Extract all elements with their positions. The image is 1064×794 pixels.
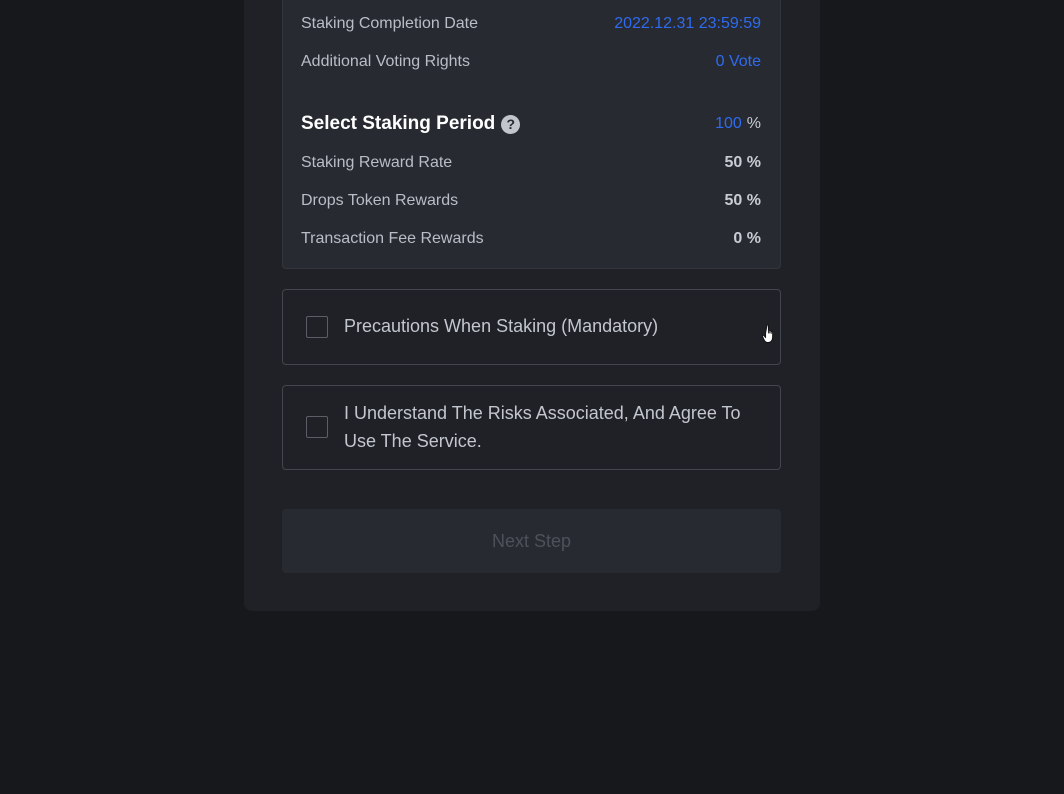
staking-period-percent: 100 (715, 115, 742, 132)
risks-label[interactable]: I Understand The Risks Associated, And A… (344, 399, 750, 455)
completion-date-label: Staking Completion Date (301, 15, 478, 32)
drops-rewards-value: 50 % (724, 192, 761, 209)
staking-period-value: 100% (715, 115, 761, 133)
staking-period-heading: Select Staking Period ? (301, 113, 521, 135)
next-step-button[interactable]: Next Step (282, 509, 781, 573)
reward-rate-row: Staking Reward Rate 50 % (301, 152, 761, 174)
reward-rate-label: Staking Reward Rate (301, 154, 453, 171)
drops-rewards-row: Drops Token Rewards 50 % (301, 190, 761, 212)
voting-rights-value: 0 Vote (715, 53, 761, 70)
staking-card: Staking Completion Date 2022.12.31 23:59… (244, 0, 820, 611)
staking-period-unit: % (746, 115, 761, 132)
completion-date-value: 2022.12.31 23:59:59 (614, 15, 761, 32)
hand-cursor-icon (762, 324, 774, 343)
fee-rewards-label: Transaction Fee Rewards (301, 230, 484, 247)
drops-rewards-label: Drops Token Rewards (301, 192, 459, 209)
reward-rate-value: 50 % (724, 154, 761, 171)
staking-period-row: Select Staking Period ? 100% (301, 111, 761, 137)
completion-date-row: Staking Completion Date 2022.12.31 23:59… (301, 13, 761, 35)
help-icon[interactable]: ? (501, 114, 521, 134)
staking-summary: Staking Completion Date 2022.12.31 23:59… (282, 0, 781, 269)
precautions-label[interactable]: Precautions When Staking (Mandatory) (344, 312, 750, 340)
staking-period-title: Select Staking Period (301, 113, 496, 134)
risks-checkbox[interactable] (306, 416, 328, 438)
page: Staking Completion Date 2022.12.31 23:59… (0, 0, 1064, 794)
fee-rewards-row: Transaction Fee Rewards 0 % (301, 228, 761, 250)
precautions-checkbox[interactable] (306, 316, 328, 338)
voting-rights-label: Additional Voting Rights (301, 53, 470, 70)
risks-agreement[interactable]: I Understand The Risks Associated, And A… (282, 385, 781, 470)
voting-rights-row: Additional Voting Rights 0 Vote (301, 51, 761, 73)
precautions-agreement[interactable]: Precautions When Staking (Mandatory) (282, 289, 781, 365)
fee-rewards-value: 0 % (733, 230, 761, 247)
